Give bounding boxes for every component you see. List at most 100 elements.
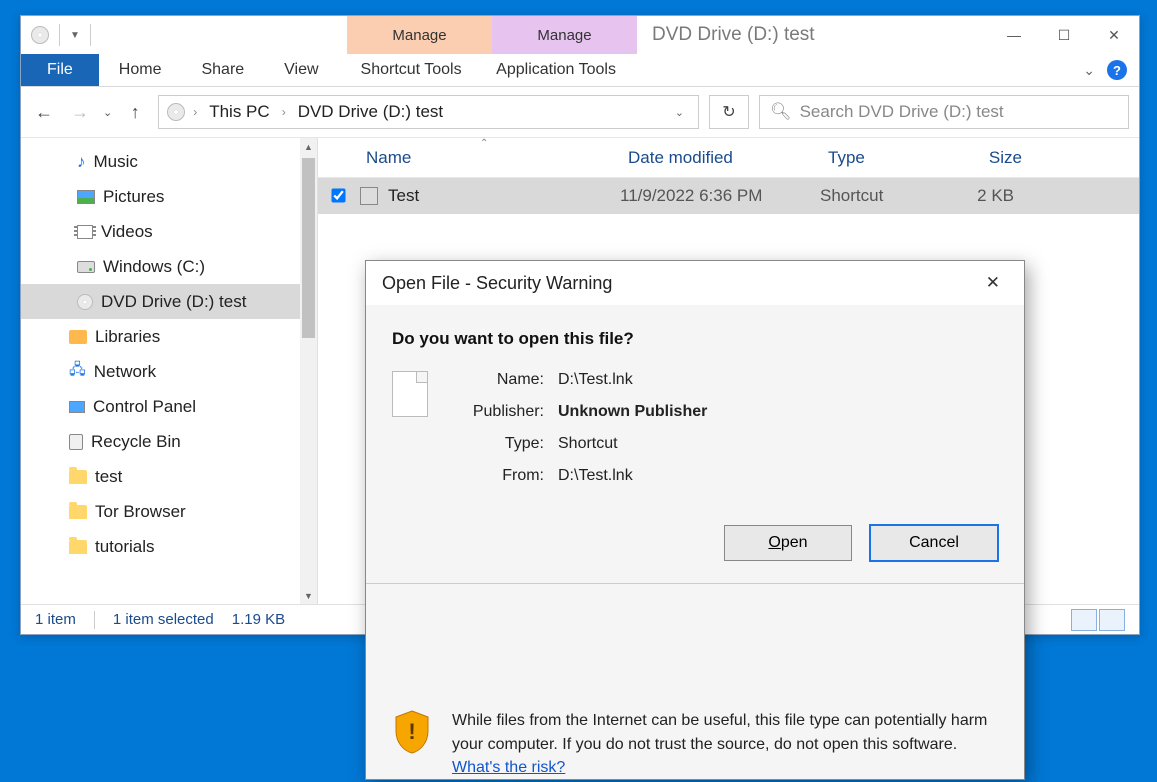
breadcrumb[interactable]: › This PC › DVD Drive (D:) test ⌄ bbox=[158, 95, 699, 129]
sidebar-item-network[interactable]: 🖧 Network bbox=[21, 354, 317, 389]
scrollbar-thumb[interactable] bbox=[302, 158, 315, 338]
libraries-icon bbox=[69, 330, 87, 344]
shortcut-icon bbox=[360, 187, 378, 205]
value-type: Shortcut bbox=[558, 435, 707, 453]
status-separator bbox=[94, 611, 95, 629]
label-name: Name: bbox=[454, 371, 544, 389]
sidebar-item-tutorials[interactable]: tutorials bbox=[21, 529, 317, 564]
context-tab-application[interactable]: Manage bbox=[492, 16, 637, 54]
sidebar-item-label: tutorials bbox=[95, 537, 155, 557]
column-size[interactable]: Size bbox=[958, 148, 1042, 168]
videos-icon bbox=[77, 225, 93, 239]
view-details-button[interactable] bbox=[1071, 609, 1097, 631]
navigation-pane[interactable]: ♪ Music Pictures Videos Windows (C:) DVD … bbox=[21, 138, 318, 604]
breadcrumb-root[interactable]: This PC bbox=[205, 100, 273, 124]
up-button[interactable]: ↑ bbox=[122, 99, 148, 125]
value-from: D:\Test.lnk bbox=[558, 467, 707, 485]
tab-home[interactable]: Home bbox=[99, 54, 182, 86]
sidebar-item-music[interactable]: ♪ Music bbox=[21, 144, 317, 179]
column-type[interactable]: Type bbox=[828, 148, 958, 168]
close-button[interactable]: ✕ bbox=[1089, 16, 1139, 54]
recycle-bin-icon bbox=[69, 434, 83, 450]
open-button[interactable]: Open bbox=[724, 525, 852, 561]
forward-button[interactable]: → bbox=[67, 99, 93, 125]
sidebar-item-pictures[interactable]: Pictures bbox=[21, 179, 317, 214]
ribbon-collapse-icon[interactable]: ⌄ bbox=[1083, 62, 1095, 79]
status-size: 1.19 KB bbox=[232, 611, 285, 628]
column-headers[interactable]: ⌃ Name Date modified Type Size bbox=[318, 138, 1139, 178]
sidebar-scrollbar[interactable]: ▲ ▼ bbox=[300, 138, 317, 604]
sidebar-item-dvd-drive[interactable]: DVD Drive (D:) test bbox=[21, 284, 317, 319]
drive-icon bbox=[77, 261, 95, 273]
sidebar-item-label: Control Panel bbox=[93, 397, 196, 417]
sidebar-item-label: DVD Drive (D:) test bbox=[101, 292, 246, 312]
search-icon: 🔍︎ bbox=[770, 102, 792, 122]
context-tab-shortcut[interactable]: Manage bbox=[347, 16, 492, 54]
sidebar-item-control-panel[interactable]: Control Panel bbox=[21, 389, 317, 424]
file-type: Shortcut bbox=[820, 186, 950, 206]
search-input[interactable]: 🔍︎ Search DVD Drive (D:) test bbox=[759, 95, 1129, 129]
dialog-close-button[interactable]: ✕ bbox=[978, 269, 1008, 297]
dialog-title: Open File - Security Warning bbox=[382, 273, 612, 294]
back-button[interactable]: ← bbox=[31, 99, 57, 125]
ribbon-tabs: File Home Share View Shortcut Tools Appl… bbox=[21, 54, 1139, 87]
column-date-modified[interactable]: Date modified bbox=[628, 148, 828, 168]
file-name: Test bbox=[380, 186, 620, 206]
cancel-button[interactable]: Cancel bbox=[870, 525, 998, 561]
tab-application-tools[interactable]: Application Tools bbox=[484, 54, 629, 86]
sidebar-item-windows-c[interactable]: Windows (C:) bbox=[21, 249, 317, 284]
shield-icon: ! bbox=[392, 709, 432, 755]
sidebar-item-tor-browser[interactable]: Tor Browser bbox=[21, 494, 317, 529]
qat-dropdown-icon[interactable]: ▼ bbox=[70, 30, 80, 41]
file-row[interactable]: Test 11/9/2022 6:36 PM Shortcut 2 KB bbox=[318, 178, 1139, 214]
sidebar-item-label: Music bbox=[94, 152, 138, 172]
music-icon: ♪ bbox=[77, 152, 86, 172]
breadcrumb-dropdown-icon[interactable]: ⌄ bbox=[669, 106, 690, 119]
qat-separator bbox=[90, 24, 91, 46]
tab-shortcut-tools[interactable]: Shortcut Tools bbox=[339, 54, 484, 86]
history-dropdown-icon[interactable]: ⌄ bbox=[103, 106, 112, 119]
row-checkbox[interactable] bbox=[328, 186, 358, 207]
sidebar-item-test[interactable]: test bbox=[21, 459, 317, 494]
folder-icon bbox=[69, 540, 87, 554]
sidebar-item-label: Videos bbox=[101, 222, 153, 242]
sidebar-item-label: Tor Browser bbox=[95, 502, 186, 522]
folder-icon bbox=[69, 470, 87, 484]
disc-icon bbox=[167, 103, 185, 121]
sidebar-item-label: Network bbox=[94, 362, 156, 382]
label-type: Type: bbox=[454, 435, 544, 453]
minimize-button[interactable]: — bbox=[989, 16, 1039, 54]
label-publisher: Publisher: bbox=[454, 403, 544, 421]
address-bar: ← → ⌄ ↑ › This PC › DVD Drive (D:) test … bbox=[21, 87, 1139, 138]
network-icon: 🖧 bbox=[69, 359, 86, 384]
sidebar-item-label: Libraries bbox=[95, 327, 160, 347]
scroll-up-icon[interactable]: ▲ bbox=[300, 138, 317, 155]
tab-view[interactable]: View bbox=[264, 54, 338, 86]
control-panel-icon bbox=[69, 401, 85, 413]
dialog-titlebar: Open File - Security Warning ✕ bbox=[366, 261, 1024, 305]
sidebar-item-libraries[interactable]: Libraries bbox=[21, 319, 317, 354]
refresh-button[interactable]: ↻ bbox=[709, 95, 749, 129]
whats-the-risk-link[interactable]: What's the risk? bbox=[452, 759, 565, 776]
maximize-button[interactable]: ☐ bbox=[1039, 16, 1089, 54]
sidebar-item-recycle-bin[interactable]: Recycle Bin bbox=[21, 424, 317, 459]
dialog-separator bbox=[366, 583, 1024, 584]
quick-access-toolbar: ▼ bbox=[21, 16, 347, 54]
view-thumbnails-button[interactable] bbox=[1099, 609, 1125, 631]
chevron-right-icon[interactable]: › bbox=[280, 105, 288, 119]
tab-file[interactable]: File bbox=[21, 54, 99, 86]
column-name[interactable]: Name bbox=[358, 148, 628, 168]
column-checkbox[interactable] bbox=[328, 147, 358, 168]
breadcrumb-leaf[interactable]: DVD Drive (D:) test bbox=[294, 100, 447, 124]
file-size: 2 KB bbox=[950, 186, 1034, 206]
sort-indicator-icon: ⌃ bbox=[480, 138, 488, 149]
sidebar-item-videos[interactable]: Videos bbox=[21, 214, 317, 249]
scroll-down-icon[interactable]: ▼ bbox=[300, 587, 317, 604]
help-icon[interactable]: ? bbox=[1107, 60, 1127, 80]
label-from: From: bbox=[454, 467, 544, 485]
window-title: DVD Drive (D:) test bbox=[637, 16, 989, 54]
tab-share[interactable]: Share bbox=[181, 54, 264, 86]
chevron-right-icon[interactable]: › bbox=[191, 105, 199, 119]
dialog-question: Do you want to open this file? bbox=[392, 329, 998, 349]
file-icon bbox=[392, 371, 428, 417]
